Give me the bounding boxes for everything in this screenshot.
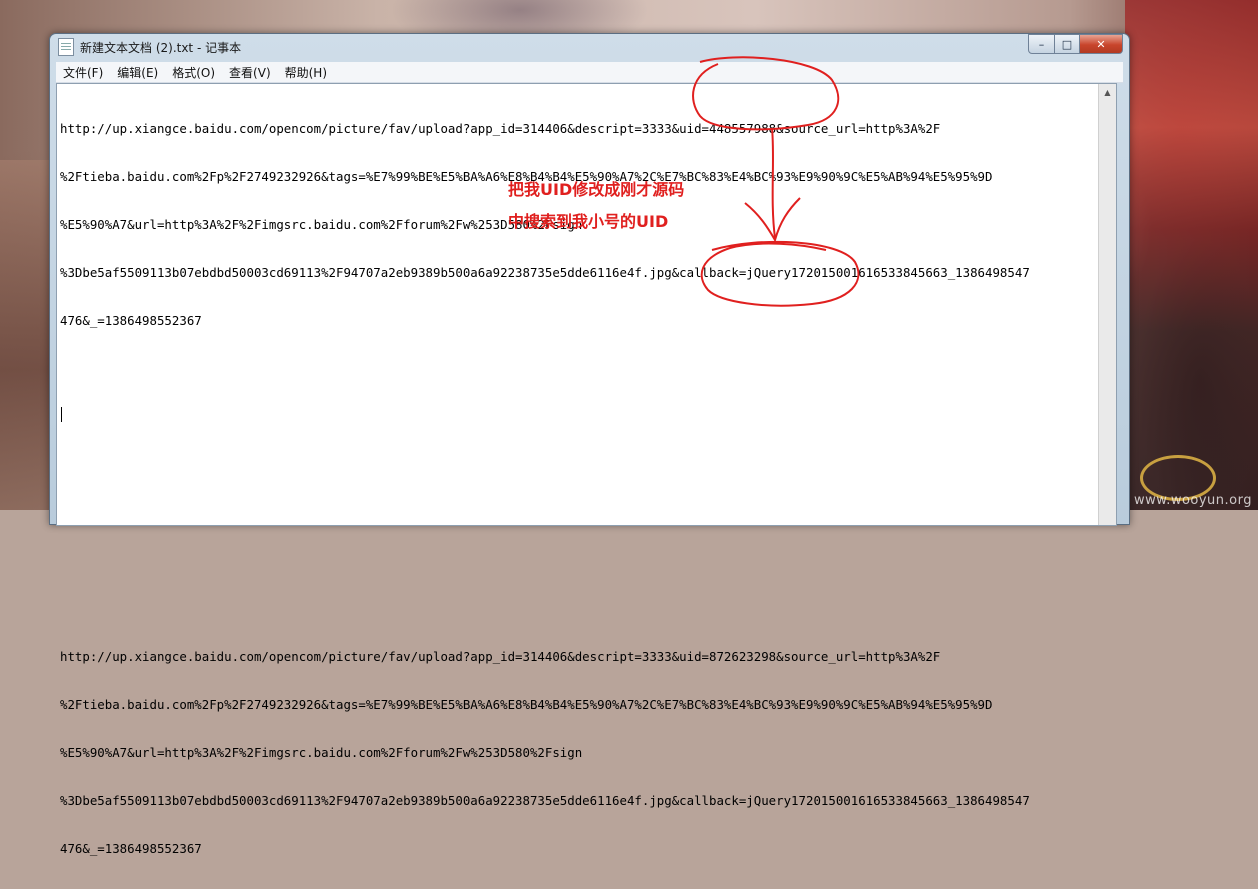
menu-edit[interactable]: 编辑(E) (110, 64, 165, 81)
text-line: %3Dbe5af5509113b07ebdbd50003cd69113%2F94… (60, 265, 1030, 280)
text-line (60, 409, 1098, 425)
minimize-button[interactable]: – (1028, 34, 1055, 54)
wallpaper-character (1125, 0, 1258, 510)
menu-bar: 文件(F) 编辑(E) 格式(O) 查看(V) 帮助(H) (56, 62, 1123, 83)
watermark: www.wooyun.org (1133, 493, 1252, 508)
text-line: http://up.xiangce.baidu.com/opencom/pict… (60, 649, 941, 664)
menu-file[interactable]: 文件(F) (56, 64, 110, 81)
text-editor[interactable]: http://up.xiangce.baidu.com/opencom/pict… (56, 83, 1117, 856)
text-line: http://up.xiangce.baidu.com/opencom/pict… (60, 121, 941, 136)
notepad-window: 新建文本文档 (2).txt - 记事本 – □ ✕ 文件(F) 编辑(E) 格… (49, 33, 1130, 856)
window-title: 新建文本文档 (2).txt - 记事本 (80, 40, 242, 55)
text-line (60, 457, 1098, 473)
menu-help[interactable]: 帮助(H) (278, 64, 334, 81)
text-line: %E5%90%A7&url=http%3A%2F%2Fimgsrc.baidu.… (60, 745, 583, 760)
menu-format[interactable]: 格式(O) (165, 64, 222, 81)
title-bar[interactable]: 新建文本文档 (2).txt - 记事本 – □ ✕ (50, 34, 1129, 60)
text-line (60, 505, 1098, 521)
text-line (60, 553, 1098, 569)
close-button[interactable]: ✕ (1080, 34, 1123, 54)
annotation-text-line-1: 把我UID修改成刚才源码 (508, 180, 685, 199)
text-line (60, 601, 1098, 617)
text-line (60, 361, 1098, 377)
window-controls: – □ ✕ (1028, 34, 1123, 54)
text-caret (61, 407, 62, 422)
text-line: 476&_=1386498552367 (60, 313, 202, 328)
annotation-text-line-2: 中搜索到我小号的UID (508, 212, 669, 231)
text-line: 476&_=1386498552367 (60, 841, 202, 856)
wallpaper-left-figure (0, 160, 50, 510)
text-line: %3Dbe5af5509113b07ebdbd50003cd69113%2F94… (60, 793, 1030, 808)
text-line: %2Ftieba.baidu.com%2Fp%2F2749232926&tags… (60, 697, 993, 712)
maximize-button[interactable]: □ (1055, 34, 1080, 54)
menu-view[interactable]: 查看(V) (222, 64, 278, 81)
notepad-icon (58, 38, 74, 56)
scroll-up-arrow-icon[interactable]: ▲ (1099, 84, 1116, 101)
vertical-scrollbar[interactable]: ▲ (1098, 84, 1116, 525)
